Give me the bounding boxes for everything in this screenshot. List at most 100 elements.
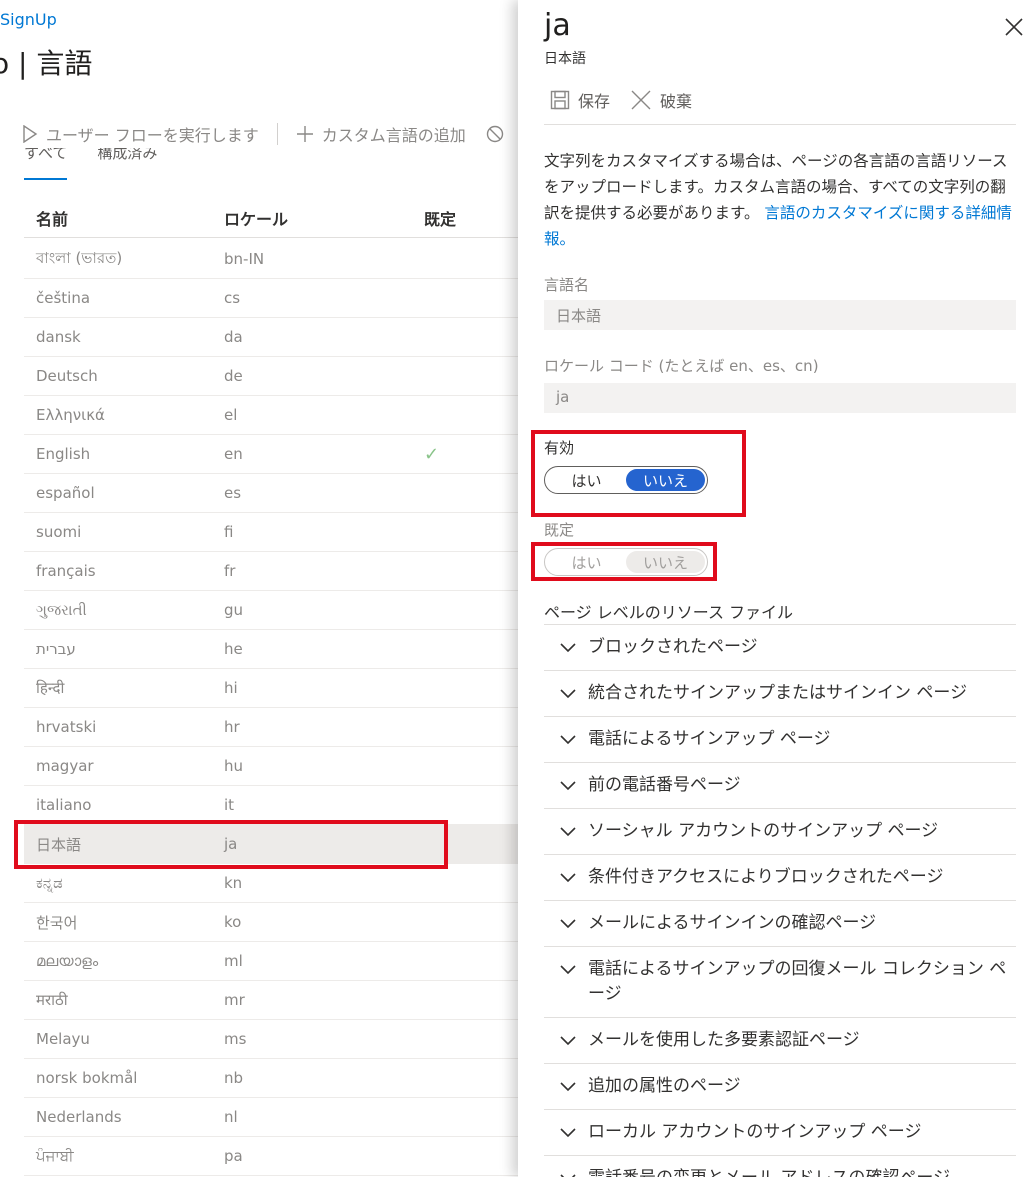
resource-file-label: 電話によるサインアップ ページ	[588, 729, 831, 749]
table-row[interactable]: čeština cs	[24, 279, 520, 318]
table-row[interactable]: 日本語 ja	[24, 825, 520, 864]
row-locale: nb	[224, 1069, 244, 1087]
default-yes-option[interactable]: はい	[547, 551, 626, 573]
tab-all[interactable]: すべて	[24, 148, 68, 182]
resource-file-label: ブロックされたページ	[588, 637, 758, 657]
table-row[interactable]: dansk da	[24, 318, 520, 357]
table-row[interactable]: ಕನ್ನಡ kn	[24, 864, 520, 903]
column-header-name[interactable]: 名前	[24, 206, 224, 230]
row-locale: bn-IN	[224, 250, 265, 268]
discard-label: 破棄	[660, 92, 693, 111]
table-row[interactable]: English en ✓	[24, 435, 520, 474]
table-row[interactable]: magyar hu	[24, 747, 520, 786]
save-icon	[550, 90, 570, 110]
default-no-option[interactable]: いいえ	[626, 551, 705, 573]
row-locale: mr	[224, 991, 245, 1009]
resource-file-item[interactable]: 統合されたサインアップまたはサインイン ページ	[544, 671, 1016, 717]
column-header-locale[interactable]: ロケール	[224, 206, 424, 230]
row-language-name: 한국어	[36, 913, 78, 932]
row-locale: fr	[224, 562, 236, 580]
row-language-name: Nederlands	[36, 1108, 122, 1126]
table-row[interactable]: hrvatski hr	[24, 708, 520, 747]
language-name-field[interactable]: 日本語	[544, 300, 1016, 330]
blocked-icon[interactable]	[486, 125, 504, 143]
command-separator	[276, 123, 278, 145]
resource-file-item[interactable]: ソーシャル アカウントのサインアップ ページ	[544, 809, 1016, 855]
table-row[interactable]: Melayu ms	[24, 1020, 520, 1059]
resource-file-item[interactable]: メールを使用した多要素認証ページ	[544, 1018, 1016, 1064]
chevron-down-icon	[560, 689, 576, 699]
language-details-panel: ja 日本語 保存 破棄 文字列をカスタマイズする場合は、ページの各言語の言語リ…	[518, 0, 1033, 1177]
add-custom-language-button[interactable]: カスタム言語の追加	[296, 122, 466, 146]
enabled-label: 有効	[544, 439, 575, 457]
enabled-yes-option[interactable]: はい	[547, 469, 626, 491]
resource-file-label: メールを使用した多要素認証ページ	[588, 1030, 860, 1050]
default-toggle: はい いいえ	[544, 548, 708, 576]
breadcrumb[interactable]: SignUp	[0, 10, 57, 29]
add-custom-language-label: カスタム言語の追加	[321, 126, 466, 145]
column-header-default[interactable]: 既定	[424, 206, 520, 230]
table-row[interactable]: ਪੰਜਾਬੀ pa	[24, 1137, 520, 1176]
table-row[interactable]: italiano it	[24, 786, 520, 825]
resource-file-item[interactable]: ブロックされたページ	[544, 625, 1016, 671]
table-header: 名前 ロケール 既定	[24, 198, 520, 238]
row-language-name: עברית	[36, 640, 76, 658]
enabled-no-option[interactable]: いいえ	[626, 469, 705, 491]
run-user-flow-button[interactable]: ユーザー フローを実行します	[22, 122, 259, 146]
table-row[interactable]: עברית he	[24, 630, 520, 669]
row-language-name: italiano	[36, 796, 92, 814]
resource-file-label: 条件付きアクセスによりブロックされたページ	[588, 867, 944, 887]
resource-file-item[interactable]: ローカル アカウントのサインアップ ページ	[544, 1110, 1016, 1156]
table-row[interactable]: ગુજરાતી gu	[24, 591, 520, 630]
row-locale: nl	[224, 1108, 238, 1126]
tab-list: すべて 構成済み	[24, 148, 157, 182]
background-page: SignUp o | 言語 ユーザー フローを実行します カスタム言語の追加 す…	[0, 0, 520, 1177]
resource-file-label: ローカル アカウントのサインアップ ページ	[588, 1122, 922, 1142]
chevron-down-icon	[560, 781, 576, 791]
locale-code-label: ロケール コード (たとえば en、es、cn)	[544, 357, 819, 375]
row-language-name: français	[36, 562, 96, 580]
table-row[interactable]: Ελληνικά el	[24, 396, 520, 435]
table-row[interactable]: suomi fi	[24, 513, 520, 552]
row-locale: en	[224, 445, 243, 463]
table-row[interactable]: français fr	[24, 552, 520, 591]
discard-button[interactable]: 破棄	[630, 88, 692, 112]
tab-configured[interactable]: 構成済み	[97, 148, 157, 182]
row-locale: es	[224, 484, 242, 502]
table-row[interactable]: বাংলা (ভারত) bn-IN	[24, 240, 520, 279]
table-row[interactable]: Deutsch de	[24, 357, 520, 396]
save-label: 保存	[578, 92, 611, 111]
row-language-name: suomi	[36, 523, 82, 541]
close-icon[interactable]	[1003, 16, 1025, 38]
resource-file-item[interactable]: メールによるサインインの確認ページ	[544, 901, 1016, 947]
resource-file-item[interactable]: 電話番号の変更とメール アドレスの確認ページ	[544, 1156, 1016, 1177]
table-row[interactable]: norsk bokmål nb	[24, 1059, 520, 1098]
chevron-down-icon	[560, 1128, 576, 1138]
row-language-name: English	[36, 445, 91, 463]
resource-files-list: ブロックされたページ統合されたサインアップまたはサインイン ページ電話によるサイ…	[544, 624, 1016, 1177]
locale-code-field[interactable]: ja	[544, 383, 1016, 413]
chevron-down-icon	[560, 1036, 576, 1046]
default-label: 既定	[544, 521, 575, 539]
table-row[interactable]: हिन्दी hi	[24, 669, 520, 708]
toolbar-divider	[544, 124, 1016, 125]
table-row[interactable]: मराठी mr	[24, 981, 520, 1020]
table-row[interactable]: español es	[24, 474, 520, 513]
default-check-icon: ✓	[424, 443, 440, 465]
row-locale: ja	[224, 835, 238, 853]
enabled-toggle: はい いいえ	[544, 466, 708, 494]
table-row[interactable]: 한국어 ko	[24, 903, 520, 942]
table-row[interactable]: മലയാളം ml	[24, 942, 520, 981]
chevron-down-icon	[560, 827, 576, 837]
row-language-name: ಕನ್ನಡ	[36, 874, 63, 892]
resource-file-item[interactable]: 条件付きアクセスによりブロックされたページ	[544, 855, 1016, 901]
row-language-name: magyar	[36, 757, 94, 775]
resource-file-item[interactable]: 追加の属性のページ	[544, 1064, 1016, 1110]
table-row[interactable]: Nederlands nl	[24, 1098, 520, 1137]
resource-file-item[interactable]: 前の電話番号ページ	[544, 763, 1016, 809]
resource-file-item[interactable]: 電話によるサインアップの回復メール コレクション ページ	[544, 947, 1016, 1018]
save-button[interactable]: 保存	[550, 88, 610, 112]
resource-file-item[interactable]: 電話によるサインアップ ページ	[544, 717, 1016, 763]
row-locale: hr	[224, 718, 240, 736]
row-language-name: Melayu	[36, 1030, 90, 1048]
